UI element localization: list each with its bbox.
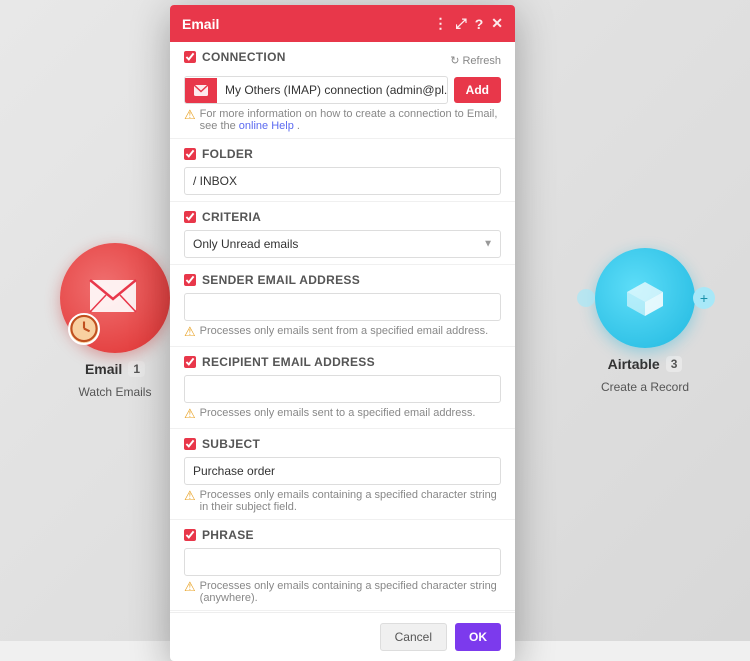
airtable-circle[interactable]	[595, 248, 695, 348]
criteria-label: Criteria	[202, 210, 261, 224]
modal-footer: Cancel OK	[170, 612, 515, 661]
add-button[interactable]: Add	[454, 77, 501, 103]
subject-header: Subject	[184, 437, 501, 451]
recipient-warning-icon: ⚠	[184, 406, 196, 422]
phrase-section: Phrase ⚠ Processes only emails containin…	[170, 520, 515, 611]
help-warning-icon: ⚠	[184, 107, 196, 123]
email-modal: Email ⋮ ⤢ ? ✕ Connection ↻ Refresh	[170, 5, 515, 661]
refresh-button[interactable]: ↻ Refresh	[450, 54, 501, 67]
modal-header: Email ⋮ ⤢ ? ✕	[170, 5, 515, 42]
email-title: Email	[85, 361, 122, 377]
clock-badge	[68, 313, 100, 345]
recipient-header: Recipient email address	[184, 355, 501, 369]
canvas-background: Email 1 Watch Emails Airtable 3 Create a…	[0, 0, 750, 641]
sender-help: ⚠ Processes only emails sent from a spec…	[184, 325, 501, 340]
connection-select-wrap: My Others (IMAP) connection (admin@pl...	[184, 76, 448, 104]
connection-checkbox[interactable]	[184, 51, 196, 63]
modal-body: Connection ↻ Refresh	[170, 42, 515, 612]
sender-input[interactable]	[184, 293, 501, 321]
email-subtitle: Watch Emails	[79, 385, 152, 399]
email-badge: 1	[128, 361, 145, 377]
email-circle[interactable]	[60, 243, 170, 353]
subject-help-text: Processes only emails containing a speci…	[200, 489, 501, 513]
expand-icon[interactable]: ⤢	[456, 15, 467, 32]
sender-label: Sender email address	[202, 273, 360, 287]
sender-section: Sender email address ⚠ Processes only em…	[170, 265, 515, 347]
connection-row: My Others (IMAP) connection (admin@pl...…	[184, 76, 501, 104]
folder-header: Folder	[184, 147, 501, 161]
recipient-help-text: Processes only emails sent to a specifie…	[200, 407, 476, 419]
modal-title: Email	[182, 16, 219, 32]
close-icon[interactable]: ✕	[491, 15, 503, 32]
airtable-node: Airtable 3 Create a Record	[595, 248, 695, 394]
folder-checkbox[interactable]	[184, 148, 196, 160]
recipient-input[interactable]	[184, 375, 501, 403]
connection-dropdown[interactable]: My Others (IMAP) connection (admin@pl...	[217, 77, 448, 103]
subject-help: ⚠ Processes only emails containing a spe…	[184, 489, 501, 513]
help-suffix: .	[297, 120, 300, 132]
recipient-label: Recipient email address	[202, 355, 375, 369]
help-icon[interactable]: ?	[475, 16, 484, 32]
airtable-subtitle: Create a Record	[601, 380, 689, 394]
modal-header-icons: ⋮ ⤢ ? ✕	[434, 15, 504, 32]
email-node-label: Email 1	[85, 361, 145, 377]
subject-label: Subject	[202, 437, 260, 451]
ok-button[interactable]: OK	[455, 623, 501, 651]
airtable-title: Airtable	[608, 356, 660, 372]
connection-header-row: Connection ↻ Refresh	[184, 50, 501, 70]
help-text-content: For more information on how to create a …	[200, 108, 501, 132]
online-help-link[interactable]: online Help	[239, 120, 294, 132]
criteria-dropdown[interactable]: Only Unread emails All emails Read email…	[184, 230, 501, 258]
sender-checkbox[interactable]	[184, 274, 196, 286]
folder-input[interactable]	[184, 167, 501, 195]
connection-help: ⚠ For more information on how to create …	[184, 108, 501, 132]
recipient-help: ⚠ Processes only emails sent to a specif…	[184, 407, 501, 422]
recipient-section: Recipient email address ⚠ Processes only…	[170, 347, 515, 429]
phrase-warning-icon: ⚠	[184, 579, 196, 595]
subject-section: Subject ⚠ Processes only emails containi…	[170, 429, 515, 520]
phrase-header: Phrase	[184, 528, 501, 542]
sender-help-text: Processes only emails sent from a specif…	[200, 325, 489, 337]
airtable-badge: 3	[666, 356, 683, 372]
email-node: Email 1 Watch Emails	[60, 243, 170, 399]
recipient-checkbox[interactable]	[184, 356, 196, 368]
refresh-label: ↻ Refresh	[450, 54, 501, 67]
folder-label: Folder	[202, 147, 253, 161]
folder-section: Folder	[170, 139, 515, 202]
cancel-button[interactable]: Cancel	[380, 623, 447, 651]
connection-section: Connection ↻ Refresh	[170, 42, 515, 139]
criteria-select-wrap: Only Unread emails All emails Read email…	[184, 230, 501, 258]
criteria-checkbox[interactable]	[184, 211, 196, 223]
sender-header: Sender email address	[184, 273, 501, 287]
connection-label: Connection	[202, 50, 286, 64]
subject-warning-icon: ⚠	[184, 488, 196, 504]
phrase-help-text: Processes only emails containing a speci…	[200, 580, 501, 604]
criteria-section: Criteria Only Unread emails All emails R…	[170, 202, 515, 265]
airtable-node-label: Airtable 3	[608, 356, 683, 372]
phrase-help: ⚠ Processes only emails containing a spe…	[184, 580, 501, 604]
connection-icon-box	[185, 78, 217, 103]
sender-warning-icon: ⚠	[184, 324, 196, 340]
more-icon[interactable]: ⋮	[434, 15, 448, 32]
connection-header: Connection	[184, 50, 286, 64]
phrase-input[interactable]	[184, 548, 501, 576]
criteria-header: Criteria	[184, 210, 501, 224]
phrase-label: Phrase	[202, 528, 254, 542]
subject-input[interactable]	[184, 457, 501, 485]
phrase-checkbox[interactable]	[184, 529, 196, 541]
subject-checkbox[interactable]	[184, 438, 196, 450]
